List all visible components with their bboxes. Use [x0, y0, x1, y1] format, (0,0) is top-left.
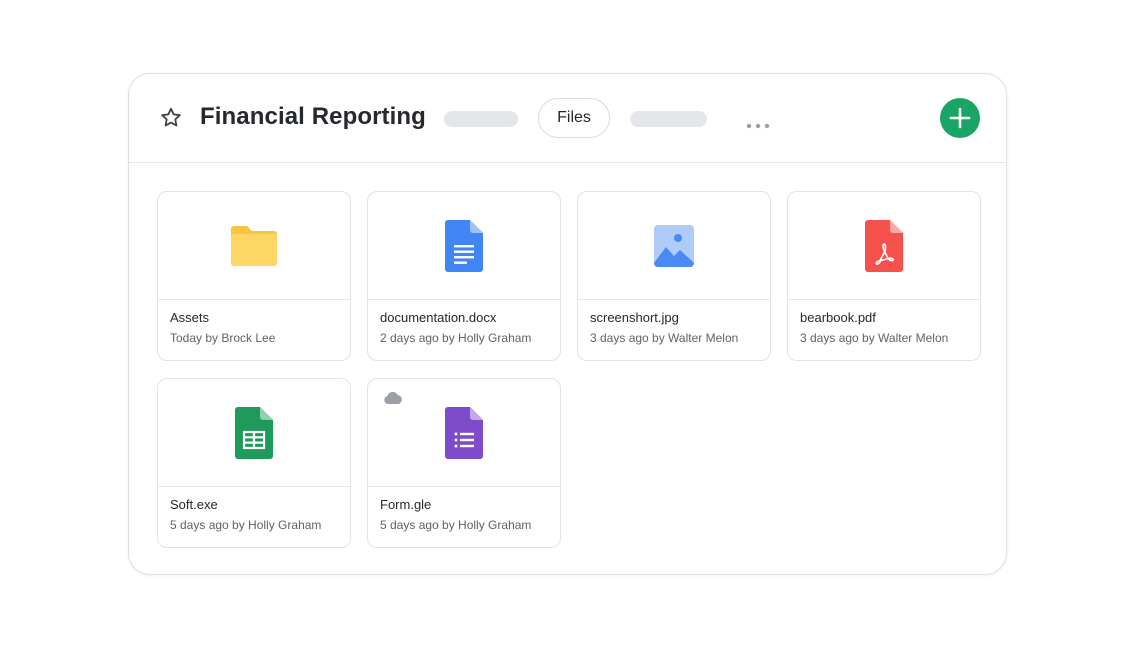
file-name: screenshort.jpg [590, 310, 679, 325]
file-card-assets[interactable]: Assets Today by Brock Lee [157, 191, 351, 361]
file-meta: 5 days ago by Holly Graham [170, 518, 322, 532]
page-title: Financial Reporting [200, 103, 426, 130]
tab-files[interactable]: Files [538, 98, 610, 138]
file-thumbnail [368, 379, 560, 487]
folder-icon [231, 225, 277, 266]
tab-placeholder [630, 111, 707, 127]
file-name: Form.gle [380, 497, 432, 512]
file-thumbnail [158, 379, 350, 487]
file-card-screenshot[interactable]: screenshort.jpg 3 days ago by Walter Mel… [577, 191, 771, 361]
file-name: documentation.docx [380, 310, 497, 325]
file-meta: 3 days ago by Walter Melon [800, 331, 949, 345]
cloud-icon [384, 392, 402, 404]
docs-icon [445, 219, 483, 272]
file-name: Soft.exe [170, 497, 218, 512]
file-card-form[interactable]: Form.gle 5 days ago by Holly Graham [367, 378, 561, 548]
file-thumbnail [368, 192, 560, 300]
star-icon[interactable] [159, 106, 183, 130]
file-thumbnail [788, 192, 980, 300]
file-browser-panel: Financial Reporting Files Assets Today b… [128, 73, 1007, 575]
file-meta: Today by Brock Lee [170, 331, 276, 345]
file-card-soft[interactable]: Soft.exe 5 days ago by Holly Graham [157, 378, 351, 548]
panel-header: Financial Reporting Files [129, 74, 1006, 163]
file-thumbnail [578, 192, 770, 300]
image-icon [654, 224, 694, 267]
forms-icon [445, 406, 483, 459]
file-meta: 3 days ago by Walter Melon [590, 331, 739, 345]
file-meta: 5 days ago by Holly Graham [380, 518, 532, 532]
file-card-documentation[interactable]: documentation.docx 2 days ago by Holly G… [367, 191, 561, 361]
file-meta: 2 days ago by Holly Graham [380, 331, 532, 345]
tab-placeholder [444, 111, 518, 127]
sheets-icon [235, 406, 273, 459]
file-thumbnail [158, 192, 350, 300]
file-name: bearbook.pdf [800, 310, 876, 325]
file-name: Assets [170, 310, 210, 325]
plus-icon [949, 107, 971, 129]
more-options-icon[interactable] [746, 116, 770, 129]
add-button[interactable] [940, 98, 980, 138]
pdf-icon [865, 219, 903, 272]
file-card-bearbook[interactable]: bearbook.pdf 3 days ago by Walter Melon [787, 191, 981, 361]
